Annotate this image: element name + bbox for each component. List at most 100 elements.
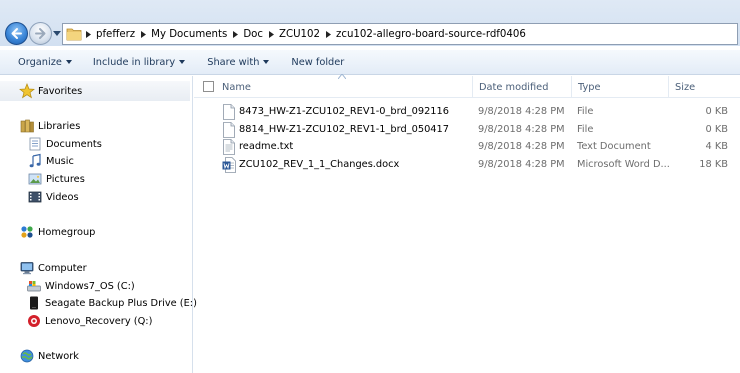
column-header-date-modified[interactable]: Date modified (472, 76, 571, 98)
dropdown-arrow-icon (263, 60, 270, 64)
file-row[interactable]: 8473_HW-Z1-ZCU102_REV1-0_brd_092116 9/8/… (194, 103, 740, 120)
file-date: 9/8/2018 4:28 PM (478, 106, 565, 117)
column-header-label: Type (578, 81, 601, 93)
nav-item-libraries[interactable]: Libraries (19, 118, 80, 134)
organize-label: Organize (18, 56, 62, 68)
file-size: 18 KB (699, 159, 728, 170)
nav-item-drive-c[interactable]: Windows7_OS (C:) (26, 278, 135, 294)
command-bar: Organize Include in library Share with N… (0, 50, 740, 75)
new-folder-button[interactable]: New folder (291, 57, 344, 68)
breadcrumb-chevron-icon[interactable] (82, 30, 94, 38)
file-row[interactable]: 8814_HW-Z1-ZCU102_REV1-1_brd_050417 9/8/… (194, 121, 740, 138)
nav-item-pictures[interactable]: Pictures (27, 171, 85, 187)
file-name-cell: 8814_HW-Z1-ZCU102_REV1-1_brd_050417 (222, 121, 449, 138)
dropdown-arrow-icon (179, 60, 186, 64)
folder-icon (66, 28, 82, 41)
nav-item-computer[interactable]: Computer (19, 260, 87, 276)
file-name-cell: ZCU102_REV_1_1_Changes.docx (222, 156, 399, 173)
pictures-library-icon (28, 173, 42, 185)
column-header-name[interactable]: Name (222, 76, 474, 98)
new-folder-label: New folder (291, 56, 345, 68)
column-header-size[interactable]: Size (668, 76, 740, 98)
back-button[interactable] (5, 22, 28, 45)
file-name: ZCU102_REV_1_1_Changes.docx (239, 159, 400, 170)
videos-library-icon (28, 191, 42, 203)
address-bar[interactable]: pfefferz My Documents Doc ZCU102 zcu102-… (62, 23, 738, 45)
file-type: Microsoft Word D... (577, 159, 670, 170)
file-name: 8473_HW-Z1-ZCU102_REV1-0_brd_092116 (239, 106, 450, 117)
nav-label: Computer (38, 262, 87, 274)
column-header-label: Date modified (479, 81, 549, 93)
arrow-right-icon (35, 28, 46, 39)
nav-label: Videos (46, 191, 79, 203)
nav-label: Favorites (38, 85, 83, 97)
nav-item-favorites[interactable]: Favorites (19, 83, 82, 99)
navigation-bar: pfefferz My Documents Doc ZCU102 zcu102-… (0, 0, 740, 46)
include-in-library-button[interactable]: Include in library (92, 56, 186, 68)
nav-label: Windows7_OS (C:) (45, 280, 135, 292)
file-row[interactable]: ZCU102_REV_1_1_Changes.docx 9/8/2018 4:2… (194, 156, 740, 173)
file-size: 0 KB (705, 124, 729, 135)
text-file-icon (223, 138, 235, 155)
nav-label: Lenovo_Recovery (Q:) (45, 315, 153, 327)
nav-item-drive-e[interactable]: Seagate Backup Plus Drive (E:) (26, 295, 197, 311)
nav-item-drive-q[interactable]: Lenovo_Recovery (Q:) (26, 313, 152, 329)
file-icon (223, 103, 235, 120)
column-header-label: Size (675, 81, 696, 93)
libraries-icon (20, 119, 34, 133)
nav-item-network[interactable]: Network (19, 348, 79, 364)
nav-label: Pictures (46, 173, 85, 185)
file-type: File (577, 106, 594, 117)
file-size: 0 KB (705, 106, 729, 117)
nav-item-music[interactable]: Music (27, 153, 74, 169)
nav-label: Documents (46, 138, 102, 150)
breadcrumb-chevron-icon[interactable] (322, 30, 334, 38)
computer-icon (20, 262, 34, 275)
forward-button[interactable] (29, 22, 52, 45)
nav-label: Libraries (38, 120, 81, 132)
column-header-type[interactable]: Type (571, 76, 668, 98)
recovery-drive-icon (28, 315, 40, 327)
select-all-checkbox[interactable] (203, 81, 214, 92)
nav-item-homegroup[interactable]: Homegroup (19, 224, 95, 240)
external-drive-icon (30, 296, 38, 310)
breadcrumb-item[interactable]: pfefferz (94, 29, 137, 40)
column-header-row: Name Date modified Type Size (194, 74, 740, 98)
file-size: 4 KB (705, 141, 729, 152)
dropdown-arrow-icon (65, 60, 72, 64)
breadcrumb-item[interactable]: ZCU102 (277, 29, 322, 40)
file-row[interactable]: readme.txt 9/8/2018 4:28 PM Text Documen… (194, 138, 740, 155)
recent-pages-dropdown-icon[interactable] (53, 31, 61, 37)
breadcrumb-chevron-icon[interactable] (265, 30, 277, 38)
arrow-left-icon (11, 28, 22, 39)
breadcrumb-item[interactable]: Doc (241, 29, 265, 40)
file-type: File (577, 124, 594, 135)
share-with-button[interactable]: Share with (207, 56, 270, 68)
include-in-library-label: Include in library (92, 56, 176, 68)
share-with-label: Share with (207, 56, 260, 68)
file-name-cell: 8473_HW-Z1-ZCU102_REV1-0_brd_092116 (222, 103, 449, 120)
nav-label: Network (38, 350, 79, 362)
nav-item-videos[interactable]: Videos (27, 189, 79, 205)
network-icon (20, 349, 34, 363)
nav-label: Music (46, 155, 74, 167)
nav-label: Seagate Backup Plus Drive (E:) (45, 297, 197, 309)
column-header-label: Name (222, 81, 251, 93)
breadcrumb-item-current[interactable]: zcu102-allegro-board-source-rdf0406 (334, 29, 528, 40)
homegroup-icon (21, 226, 33, 238)
word-doc-icon (222, 156, 236, 173)
star-icon (19, 83, 35, 99)
file-type: Text Document (577, 141, 651, 152)
file-name: readme.txt (239, 141, 294, 152)
system-drive-icon (27, 281, 41, 292)
music-library-icon (29, 153, 41, 168)
nav-item-documents[interactable]: Documents (27, 136, 102, 152)
documents-library-icon (29, 137, 41, 151)
organize-button[interactable]: Organize (18, 57, 72, 68)
breadcrumb-chevron-icon[interactable] (137, 30, 149, 38)
navigation-pane: Favorites Libraries Documents Music Pict… (0, 76, 197, 373)
breadcrumb-item[interactable]: My Documents (149, 29, 229, 40)
breadcrumb-chevron-icon[interactable] (229, 30, 241, 38)
nav-label: Homegroup (38, 226, 96, 238)
file-date: 9/8/2018 4:28 PM (478, 159, 565, 170)
